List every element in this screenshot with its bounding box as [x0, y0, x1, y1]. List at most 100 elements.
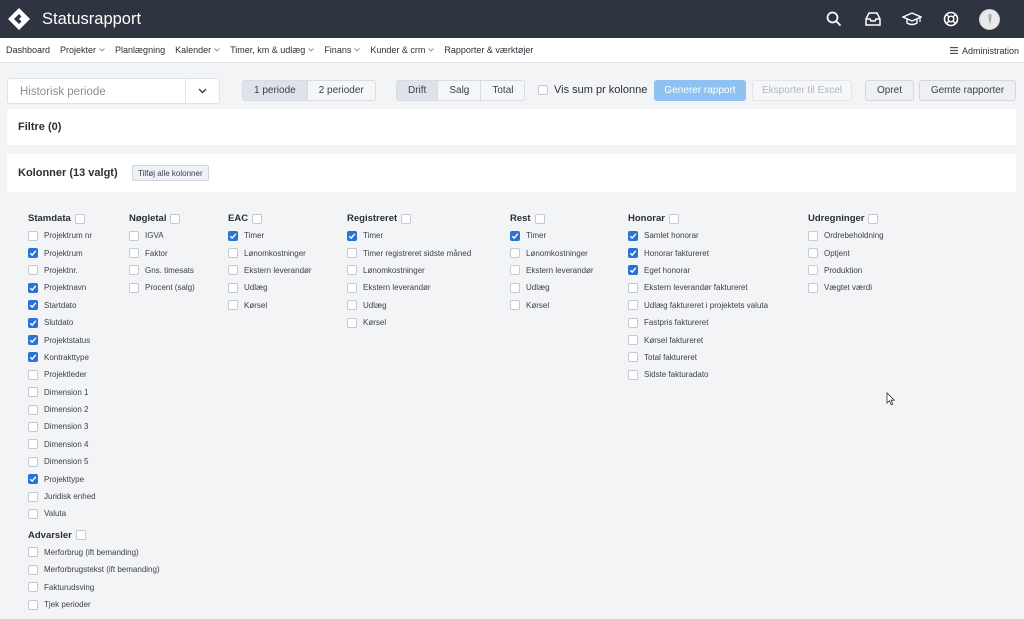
- column-option[interactable]: Startdato: [28, 297, 160, 314]
- column-checkbox[interactable]: [28, 265, 38, 276]
- column-option[interactable]: Projektstatus: [28, 331, 160, 348]
- column-checkbox[interactable]: [510, 282, 520, 293]
- filters-panel[interactable]: Filtre (0): [7, 109, 1016, 145]
- column-option[interactable]: Dimension 4: [28, 436, 160, 453]
- column-checkbox[interactable]: [28, 582, 38, 593]
- chevron-down-icon[interactable]: [185, 79, 219, 103]
- view-button-total[interactable]: Total: [481, 81, 525, 100]
- column-checkbox-checked[interactable]: [28, 317, 38, 328]
- column-checkbox[interactable]: [347, 282, 357, 293]
- group-select-all-checkbox[interactable]: [75, 530, 86, 541]
- column-checkbox[interactable]: [228, 282, 238, 293]
- column-checkbox[interactable]: [628, 369, 638, 380]
- nav-item-kalender[interactable]: Kalender: [175, 45, 220, 55]
- group-select-all-checkbox[interactable]: [534, 213, 545, 224]
- group-select-all-checkbox[interactable]: [868, 213, 879, 224]
- column-option[interactable]: Projekttype: [28, 470, 160, 487]
- column-option[interactable]: Total faktureret: [628, 349, 768, 366]
- column-option[interactable]: Merforbrug (ift bemanding): [28, 544, 160, 561]
- column-checkbox[interactable]: [228, 248, 238, 259]
- column-option[interactable]: Honorar faktureret: [628, 244, 768, 261]
- column-option[interactable]: Dimension 2: [28, 401, 160, 418]
- column-checkbox-checked[interactable]: [28, 352, 38, 363]
- column-option[interactable]: Ekstern leverandør faktureret: [628, 279, 768, 296]
- nav-item-finans[interactable]: Finans: [324, 45, 361, 55]
- column-option[interactable]: Fastpris faktureret: [628, 314, 768, 331]
- column-checkbox[interactable]: [628, 317, 638, 328]
- column-checkbox-checked[interactable]: [347, 230, 357, 241]
- column-checkbox-checked[interactable]: [228, 230, 238, 241]
- group-select-all-checkbox[interactable]: [668, 213, 679, 224]
- column-checkbox[interactable]: [628, 335, 638, 346]
- column-checkbox[interactable]: [628, 282, 638, 293]
- column-option[interactable]: Timer: [228, 227, 312, 244]
- column-checkbox[interactable]: [28, 421, 38, 432]
- column-option[interactable]: Ekstern leverandør: [510, 262, 594, 279]
- column-option[interactable]: Kontrakttype: [28, 349, 160, 366]
- column-checkbox[interactable]: [628, 300, 638, 311]
- column-option[interactable]: Procent (salg): [129, 279, 195, 296]
- column-checkbox[interactable]: [28, 387, 38, 398]
- export-excel-button[interactable]: Eksporter til Excel: [752, 80, 852, 101]
- column-checkbox[interactable]: [510, 248, 520, 259]
- group-select-all-checkbox[interactable]: [401, 213, 412, 224]
- column-checkbox[interactable]: [808, 282, 818, 293]
- column-option[interactable]: Produktion: [808, 262, 884, 279]
- column-option[interactable]: Timer: [510, 227, 594, 244]
- sum-per-column-checkbox[interactable]: [538, 85, 548, 95]
- column-checkbox-checked[interactable]: [28, 474, 38, 485]
- column-option[interactable]: Udlæg: [347, 297, 471, 314]
- graduation-cap-icon[interactable]: [901, 8, 923, 30]
- column-option[interactable]: Lønomkostninger: [347, 262, 471, 279]
- column-option[interactable]: Kørsel faktureret: [628, 331, 768, 348]
- column-option[interactable]: Optjent: [808, 244, 884, 261]
- column-option[interactable]: Samlet honorar: [628, 227, 768, 244]
- column-checkbox[interactable]: [228, 265, 238, 276]
- column-checkbox[interactable]: [129, 265, 139, 276]
- column-checkbox-checked[interactable]: [510, 230, 520, 241]
- column-checkbox[interactable]: [28, 439, 38, 450]
- column-option[interactable]: Kørsel: [510, 297, 594, 314]
- column-checkbox[interactable]: [510, 300, 520, 311]
- column-checkbox[interactable]: [28, 456, 38, 467]
- column-checkbox[interactable]: [228, 300, 238, 311]
- column-checkbox[interactable]: [28, 599, 38, 610]
- column-checkbox[interactable]: [28, 547, 38, 558]
- column-checkbox[interactable]: [28, 508, 38, 519]
- column-checkbox[interactable]: [808, 265, 818, 276]
- column-checkbox[interactable]: [808, 230, 818, 241]
- column-option[interactable]: Udlæg: [510, 279, 594, 296]
- nav-item-kunder-crm[interactable]: Kunder & crm: [370, 45, 435, 55]
- view-button-drift[interactable]: Drift: [397, 81, 439, 100]
- search-icon[interactable]: [823, 8, 845, 30]
- column-option[interactable]: Projektleder: [28, 366, 160, 383]
- column-checkbox-checked[interactable]: [28, 300, 38, 311]
- column-checkbox[interactable]: [808, 248, 818, 259]
- column-checkbox[interactable]: [28, 564, 38, 575]
- nav-item-timer-km-udlæg[interactable]: Timer, km & udlæg: [230, 45, 315, 55]
- column-option[interactable]: Dimension 5: [28, 453, 160, 470]
- nav-item-rapporter-værktøjer[interactable]: Rapporter & værktøjer: [444, 45, 533, 55]
- column-option[interactable]: Juridisk enhed: [28, 488, 160, 505]
- add-all-columns-button[interactable]: Tilføj alle kolonner: [132, 165, 209, 181]
- column-option[interactable]: Ordrebeholdning: [808, 227, 884, 244]
- group-select-all-checkbox[interactable]: [252, 213, 263, 224]
- column-option[interactable]: Kørsel: [228, 297, 312, 314]
- column-option[interactable]: Gns. timesats: [129, 262, 195, 279]
- period-select[interactable]: Historisk periode: [7, 78, 220, 104]
- column-option[interactable]: Timer: [347, 227, 471, 244]
- nav-item-dashboard[interactable]: Dashboard: [6, 45, 50, 55]
- column-option[interactable]: IGVA: [129, 227, 195, 244]
- group-select-all-checkbox[interactable]: [170, 213, 181, 224]
- column-checkbox-checked[interactable]: [28, 335, 38, 346]
- column-checkbox[interactable]: [510, 265, 520, 276]
- column-checkbox[interactable]: [129, 282, 139, 293]
- nav-administration[interactable]: Administration: [949, 38, 1019, 63]
- column-checkbox-checked[interactable]: [628, 248, 638, 259]
- sum-per-column-option[interactable]: Vis sum pr kolonne: [538, 84, 647, 96]
- column-checkbox-checked[interactable]: [28, 282, 38, 293]
- column-option[interactable]: Dimension 3: [28, 418, 160, 435]
- period-button-1-periode[interactable]: 1 periode: [243, 81, 308, 100]
- column-option[interactable]: Merforbrugstekst (ift bemanding): [28, 561, 160, 578]
- column-option[interactable]: Ekstern leverandør: [347, 279, 471, 296]
